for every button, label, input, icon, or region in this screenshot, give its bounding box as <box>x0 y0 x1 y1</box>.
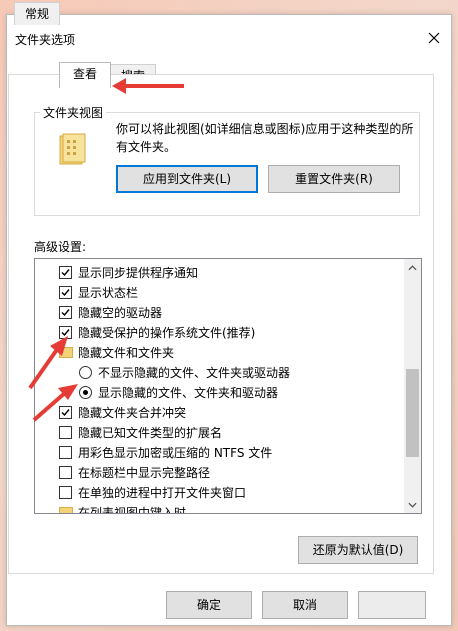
setting-label: 隐藏空的驱动器 <box>78 306 163 320</box>
setting-row[interactable]: 隐藏空的驱动器 <box>35 303 395 323</box>
checkbox-checked-icon[interactable] <box>59 326 72 339</box>
setting-row[interactable]: 隐藏文件夹合并冲突 <box>35 403 395 423</box>
setting-group-row: 在列表视图中键入时 <box>35 503 395 514</box>
setting-label: 显示状态栏 <box>78 286 139 300</box>
apply-to-folders-button[interactable]: 应用到文件夹(L) <box>116 165 258 193</box>
checkbox-checked-icon[interactable] <box>59 306 72 319</box>
setting-row[interactable]: 隐藏受保护的操作系统文件(推荐) <box>35 323 395 343</box>
setting-label: 隐藏文件夹合并冲突 <box>78 406 187 420</box>
setting-row[interactable]: 用彩色显示加密或压缩的 NTFS 文件 <box>35 443 395 463</box>
scroll-down-icon[interactable] <box>404 496 421 513</box>
radio-selected-icon[interactable] <box>79 386 92 399</box>
scroll-thumb[interactable] <box>406 369 419 457</box>
ok-button[interactable]: 确定 <box>166 591 252 619</box>
radio-icon[interactable] <box>79 366 92 379</box>
setting-row[interactable]: 隐藏已知文件类型的扩展名 <box>35 423 395 443</box>
folder-views-heading: 文件夹视图 <box>40 104 107 121</box>
tab-view-label: 查看 <box>72 67 97 81</box>
setting-label: 显示同步提供程序通知 <box>78 266 199 280</box>
setting-label: 不显示隐藏的文件、文件夹或驱动器 <box>98 366 291 380</box>
close-icon[interactable] <box>423 27 445 49</box>
checkbox-checked-icon[interactable] <box>59 406 72 419</box>
setting-row[interactable]: 不显示隐藏的文件、文件夹或驱动器 <box>35 363 395 383</box>
checkbox-icon[interactable] <box>59 426 72 439</box>
setting-row[interactable]: 显示同步提供程序通知 <box>35 263 395 283</box>
reset-folders-button[interactable]: 重置文件夹(R) <box>268 165 400 193</box>
checkbox-icon[interactable] <box>59 446 72 459</box>
advanced-settings-heading: 高级设置: <box>34 240 87 254</box>
folder-icon <box>59 507 73 513</box>
setting-label: 隐藏受保护的操作系统文件(推荐) <box>78 326 256 340</box>
title-bar: 文件夹选项 <box>7 15 451 49</box>
scroll-up-icon[interactable] <box>404 259 421 276</box>
checkbox-checked-icon[interactable] <box>59 266 72 279</box>
tab-general-label: 常规 <box>24 7 49 21</box>
tab-view[interactable]: 查看 <box>59 62 111 88</box>
setting-label: 显示隐藏的文件、文件夹和驱动器 <box>98 386 279 400</box>
setting-row[interactable]: 显示隐藏的文件、文件夹和驱动器 <box>35 383 395 403</box>
setting-label: 隐藏文件和文件夹 <box>78 346 175 360</box>
setting-group-row: 隐藏文件和文件夹 <box>35 343 395 363</box>
setting-label: 在标题栏中显示完整路径 <box>78 466 211 480</box>
folder-views-description: 你可以将此视图(如详细信息或图标)应用于这种类型的所有文件夹。 <box>116 122 414 154</box>
cancel-button[interactable]: 取消 <box>262 591 348 619</box>
setting-row[interactable]: 显示状态栏 <box>35 283 395 303</box>
folder-view-icon <box>58 132 86 166</box>
restore-defaults-button[interactable]: 还原为默认值(D) <box>298 536 418 564</box>
setting-label: 隐藏已知文件类型的扩展名 <box>78 426 223 440</box>
checkbox-checked-icon[interactable] <box>59 286 72 299</box>
setting-row[interactable]: 在单独的进程中打开文件夹窗口 <box>35 483 395 503</box>
tab-general[interactable]: 常规 <box>14 2 60 25</box>
setting-label: 用彩色显示加密或压缩的 NTFS 文件 <box>78 446 273 460</box>
advanced-settings-list[interactable]: 显示同步提供程序通知 显示状态栏隐藏空的驱动器隐藏受保护的操作系统文件(推荐) 隐藏… <box>34 258 422 514</box>
setting-row[interactable]: 在标题栏中显示完整路径 <box>35 463 395 483</box>
checkbox-icon[interactable] <box>59 486 72 499</box>
checkbox-icon[interactable] <box>59 466 72 479</box>
vertical-scrollbar[interactable] <box>404 259 421 513</box>
folder-icon <box>59 347 73 358</box>
apply-button[interactable] <box>358 591 426 619</box>
setting-label: 在列表视图中键入时 <box>78 506 187 514</box>
setting-label: 在单独的进程中打开文件夹窗口 <box>78 486 247 500</box>
window-title: 文件夹选项 <box>15 33 76 47</box>
